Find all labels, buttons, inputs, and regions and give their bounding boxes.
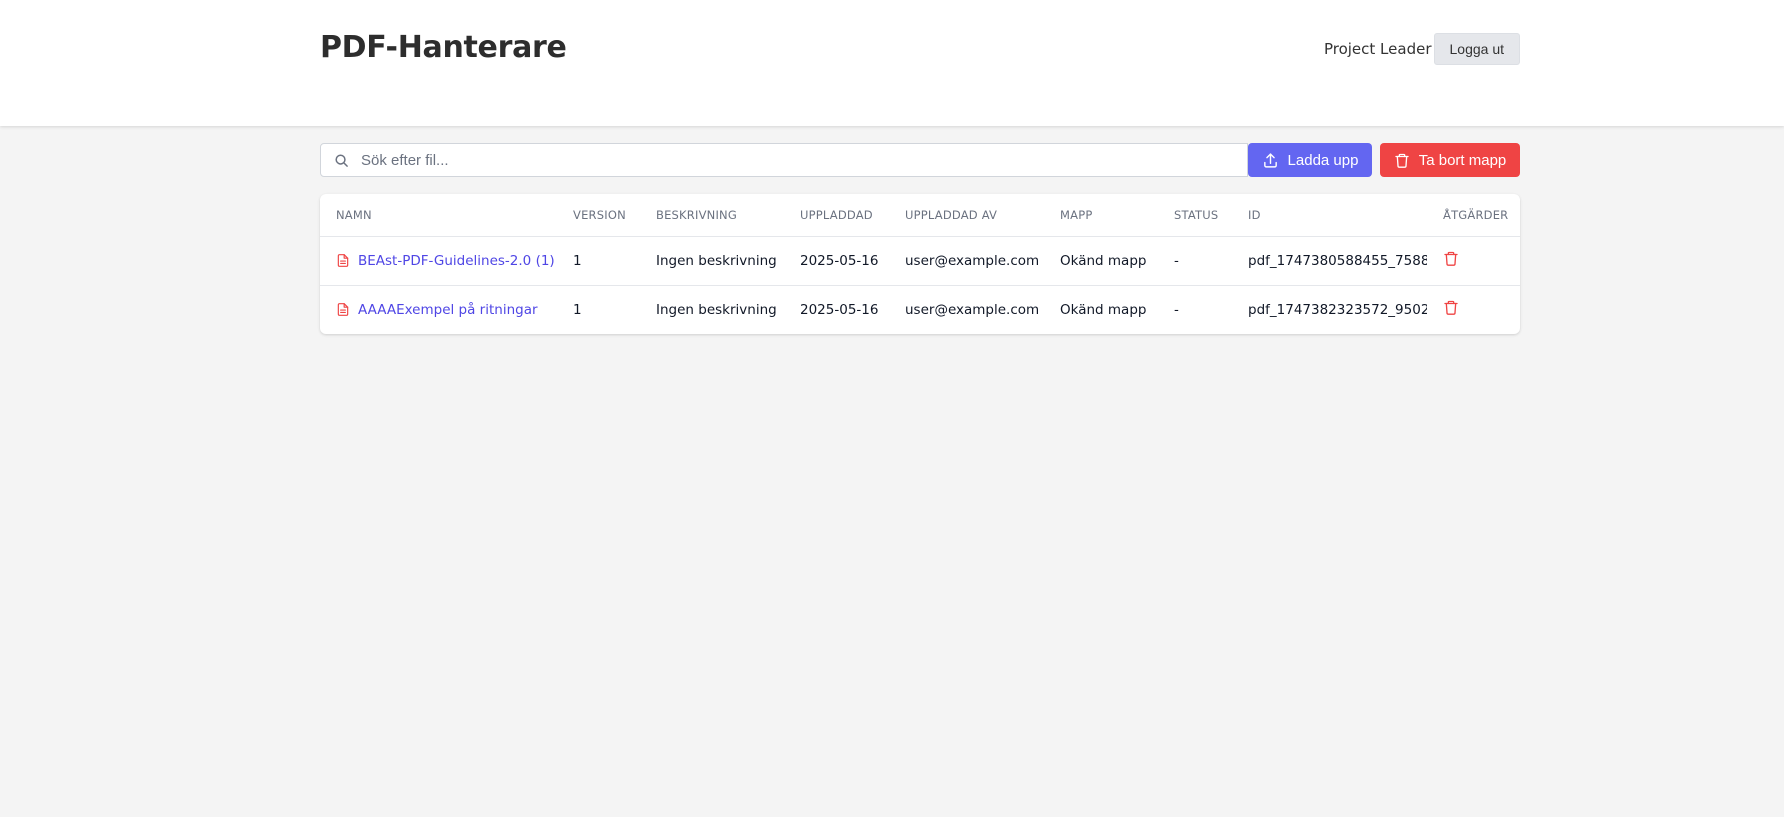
search-box	[320, 143, 1248, 177]
app-title: PDF-Hanterare	[320, 30, 567, 65]
cell-description: Ingen beskrivning	[656, 252, 777, 269]
file-link[interactable]: AAAAExempel på ritningar	[358, 302, 538, 318]
delete-file-button[interactable]	[1443, 299, 1459, 316]
cell-version: 1	[557, 284, 640, 334]
trash-icon	[1444, 300, 1458, 315]
toolbar: Ladda upp Ta bort mapp	[320, 143, 1520, 177]
delete-folder-label: Ta bort mapp	[1418, 151, 1507, 169]
cell-uploaded: 2025-05-16	[800, 252, 879, 269]
column-header-status[interactable]: STATUS	[1158, 194, 1232, 237]
cell-name: AAAAExempel på ritningar	[320, 284, 557, 334]
pdf-file-icon	[337, 303, 349, 316]
cell-version: 1	[573, 252, 582, 269]
cell-status: -	[1174, 252, 1179, 269]
column-header-description[interactable]: BESKRIVNING	[640, 194, 784, 237]
column-header-name[interactable]: NAMN	[320, 194, 557, 237]
cell-name: BEAst-PDF-Guidelines-2.0 (1)	[320, 236, 557, 285]
column-header-folder[interactable]: MAPP	[1044, 194, 1158, 237]
cell-actions	[1427, 284, 1520, 334]
column-header-uploaded[interactable]: UPPLADDAD	[784, 194, 889, 237]
column-header-version[interactable]: VERSION	[557, 194, 640, 237]
cell-uploaded: 2025-05-16	[784, 284, 889, 334]
cell-uploaded-by: user@example.com	[905, 252, 1040, 269]
files-table: NAMN VERSION BESKRIVNING UPPLADDAD UPPLA…	[320, 194, 1520, 334]
delete-file-button[interactable]	[1443, 250, 1459, 267]
table-row: BEAst-PDF-Guidelines-2.0 (1) 1 Ingen bes…	[320, 236, 1520, 285]
table-header-row: NAMN VERSION BESKRIVNING UPPLADDAD UPPLA…	[320, 194, 1520, 237]
cell-folder: Okänd mapp	[1044, 284, 1158, 334]
cell-status: -	[1158, 284, 1232, 334]
cell-folder: Okänd mapp	[1060, 252, 1147, 269]
logout-button[interactable]: Logga ut	[1433, 33, 1520, 65]
upload-button[interactable]: Ladda upp	[1248, 143, 1372, 177]
cell-id: pdf_1747382323572_9502	[1232, 284, 1427, 334]
column-header-actions: ÅTGÄRDER	[1427, 194, 1520, 237]
top-bar: PDF-Hanterare Project Leader Logga ut	[0, 0, 1784, 126]
cell-uploaded-by: user@example.com	[889, 284, 1044, 334]
trash-icon	[1444, 251, 1458, 266]
search-icon	[335, 154, 348, 167]
delete-folder-button[interactable]: Ta bort mapp	[1380, 143, 1520, 177]
column-header-uploaded-by[interactable]: UPPLADDAD AV	[889, 194, 1044, 237]
pdf-file-icon	[337, 254, 349, 267]
files-table-card: NAMN VERSION BESKRIVNING UPPLADDAD UPPLA…	[320, 194, 1520, 334]
cell-id: pdf_1747380588455_7588	[1248, 252, 1427, 269]
user-area: Project Leader Logga ut	[1324, 33, 1520, 65]
user-name: Project Leader	[1323, 40, 1432, 58]
search-input[interactable]	[321, 144, 1247, 176]
column-header-id[interactable]: ID	[1232, 194, 1427, 237]
file-link[interactable]: BEAst-PDF-Guidelines-2.0 (1)	[358, 253, 555, 269]
table-row: AAAAExempel på ritningar 1 Ingen beskriv…	[320, 284, 1520, 334]
cell-description: Ingen beskrivning	[640, 284, 784, 334]
trash-icon	[1395, 153, 1409, 168]
upload-button-label: Ladda upp	[1287, 151, 1359, 169]
cell-actions	[1427, 236, 1520, 285]
upload-icon	[1263, 152, 1277, 168]
